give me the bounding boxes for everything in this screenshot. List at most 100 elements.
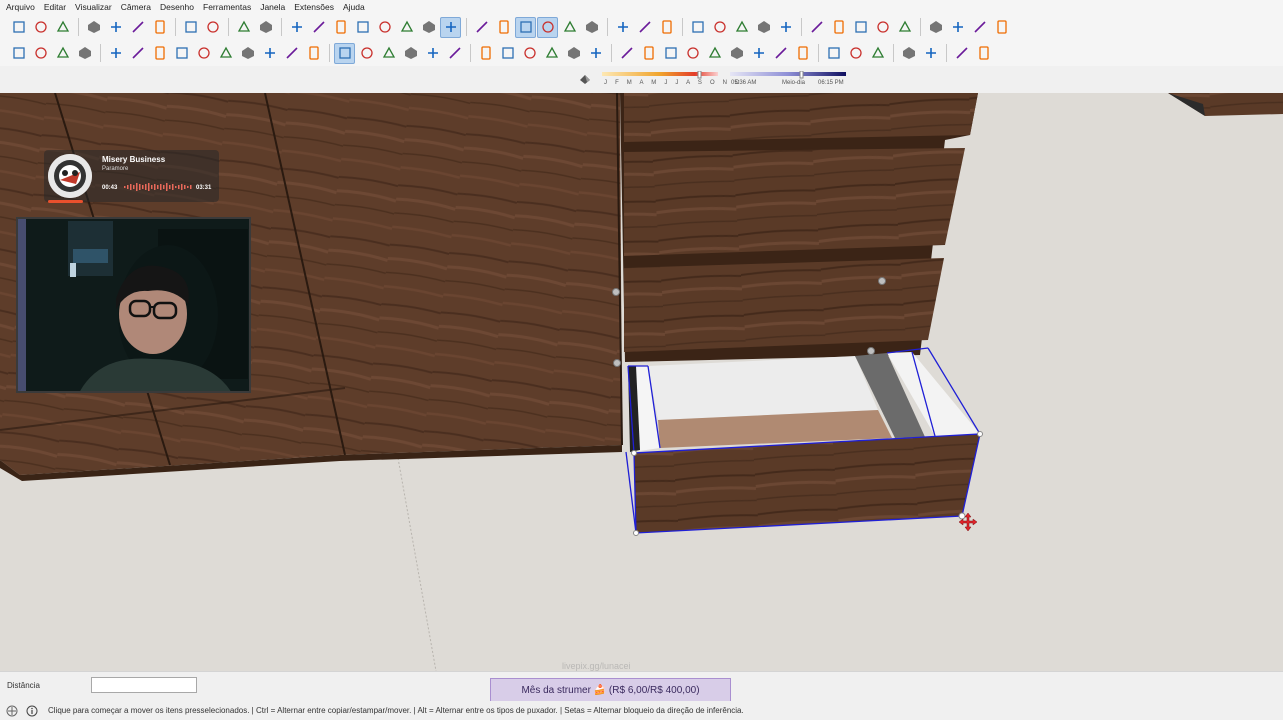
info-icon[interactable] <box>947 17 968 38</box>
save-icon[interactable] <box>52 17 73 38</box>
shaded-icon[interactable] <box>537 16 558 38</box>
paint-bucket-icon[interactable] <box>52 43 73 64</box>
scale-icon[interactable] <box>422 43 443 64</box>
previous-view-icon[interactable] <box>726 43 747 64</box>
front-view-icon[interactable] <box>330 17 351 38</box>
zoom-window-icon[interactable] <box>682 43 703 64</box>
rotate-icon[interactable] <box>378 43 399 64</box>
eraser-icon[interactable] <box>74 43 95 64</box>
cube-icon[interactable] <box>845 43 866 64</box>
menu-câmera[interactable]: Câmera <box>121 2 151 12</box>
print-icon[interactable] <box>233 17 254 38</box>
position-camera-icon[interactable] <box>748 43 769 64</box>
sandbox-icon[interactable] <box>775 17 796 38</box>
menu-ajuda[interactable]: Ajuda <box>343 2 365 12</box>
ruby-icon[interactable] <box>850 17 871 38</box>
freehand-icon[interactable] <box>127 43 148 64</box>
look-around-icon[interactable] <box>770 43 791 64</box>
rotated-rectangle-icon[interactable] <box>171 43 192 64</box>
shaded-textures-icon[interactable] <box>559 17 580 38</box>
copy-icon[interactable] <box>105 17 126 38</box>
pie-icon[interactable] <box>303 43 324 64</box>
layout-icon[interactable] <box>753 17 774 38</box>
menu-arquivo[interactable]: Arquivo <box>6 2 35 12</box>
two-point-arc-icon[interactable] <box>259 43 280 64</box>
select-icon[interactable] <box>8 43 29 64</box>
wireframe-icon[interactable] <box>493 17 514 38</box>
section-display-icon[interactable] <box>634 17 655 38</box>
rectangle-icon[interactable] <box>149 43 170 64</box>
axes-icon[interactable] <box>563 43 584 64</box>
account-icon[interactable] <box>991 17 1012 38</box>
cut-icon[interactable] <box>83 17 104 38</box>
text-icon[interactable] <box>541 43 562 64</box>
share-icon[interactable] <box>731 17 752 38</box>
circle-plus-icon[interactable] <box>828 17 849 38</box>
dimension-icon[interactable] <box>497 43 518 64</box>
tape-measure-icon[interactable] <box>475 43 496 64</box>
orbit-icon[interactable] <box>616 43 637 64</box>
arc-icon[interactable] <box>237 43 258 64</box>
menu-janela[interactable]: Janela <box>260 2 285 12</box>
gear-icon[interactable] <box>925 17 946 38</box>
measurements-input[interactable] <box>91 677 197 693</box>
checker-icon[interactable] <box>872 17 893 38</box>
menu-ferramentas[interactable]: Ferramentas <box>203 2 251 12</box>
extension-warehouse-icon[interactable] <box>709 17 730 38</box>
bottom-view-icon[interactable] <box>418 17 439 38</box>
time-slider[interactable] <box>730 71 848 79</box>
solid-tools-icon[interactable] <box>806 17 827 38</box>
hidden-line-icon[interactable] <box>515 16 536 38</box>
cloud-icon[interactable] <box>894 17 915 38</box>
undo-icon[interactable] <box>180 17 201 38</box>
move-icon[interactable] <box>334 42 355 64</box>
right-view-icon[interactable] <box>352 17 373 38</box>
section-cut-icon[interactable] <box>656 17 677 38</box>
open-icon[interactable] <box>30 17 51 38</box>
soften-icon[interactable] <box>920 43 941 64</box>
monochrome-icon[interactable] <box>581 17 602 38</box>
offset-icon[interactable] <box>444 43 465 64</box>
left-view-icon[interactable] <box>396 17 417 38</box>
cart-icon[interactable] <box>969 17 990 38</box>
geo-location-icon[interactable] <box>6 705 18 717</box>
menu-visualizar[interactable]: Visualizar <box>75 2 112 12</box>
circle-icon[interactable] <box>193 43 214 64</box>
pan-icon[interactable] <box>638 43 659 64</box>
new-icon[interactable] <box>8 17 29 38</box>
three-point-arc-icon[interactable] <box>281 43 302 64</box>
push-pull-icon[interactable] <box>356 43 377 64</box>
cube-alt-icon[interactable] <box>867 43 888 64</box>
polygon-icon[interactable] <box>215 43 236 64</box>
back-view-icon[interactable] <box>374 17 395 38</box>
menu-desenho[interactable]: Desenho <box>160 2 194 12</box>
line-icon[interactable] <box>105 43 126 64</box>
component-icon[interactable] <box>30 43 51 64</box>
zoom-icon[interactable] <box>660 43 681 64</box>
info-icon[interactable] <box>26 705 38 717</box>
erase-icon[interactable] <box>149 17 170 38</box>
section-plane-icon[interactable] <box>612 17 633 38</box>
menu-editar[interactable]: Editar <box>44 2 66 12</box>
3d-text-icon[interactable] <box>585 43 606 64</box>
xray-icon[interactable] <box>440 16 461 38</box>
paste-icon[interactable] <box>127 17 148 38</box>
model-info-icon[interactable] <box>255 17 276 38</box>
flip-icon[interactable] <box>898 43 919 64</box>
top-view-icon[interactable] <box>308 17 329 38</box>
follow-me-icon[interactable] <box>400 43 421 64</box>
walk-icon[interactable] <box>792 43 813 64</box>
shadow-toggle-icon[interactable] <box>578 71 592 85</box>
box-icon[interactable] <box>823 43 844 64</box>
main-toolbar <box>0 14 1283 40</box>
back-edges-icon[interactable] <box>471 17 492 38</box>
iso-view-icon[interactable] <box>286 17 307 38</box>
grid-icon[interactable] <box>973 43 994 64</box>
protractor-icon[interactable] <box>519 43 540 64</box>
menu-extensões[interactable]: Extensões <box>294 2 334 12</box>
warehouse-icon[interactable] <box>687 17 708 38</box>
outliner-icon[interactable] <box>951 43 972 64</box>
month-slider[interactable] <box>602 71 724 79</box>
redo-icon[interactable] <box>202 17 223 38</box>
zoom-extents-icon[interactable] <box>704 43 725 64</box>
